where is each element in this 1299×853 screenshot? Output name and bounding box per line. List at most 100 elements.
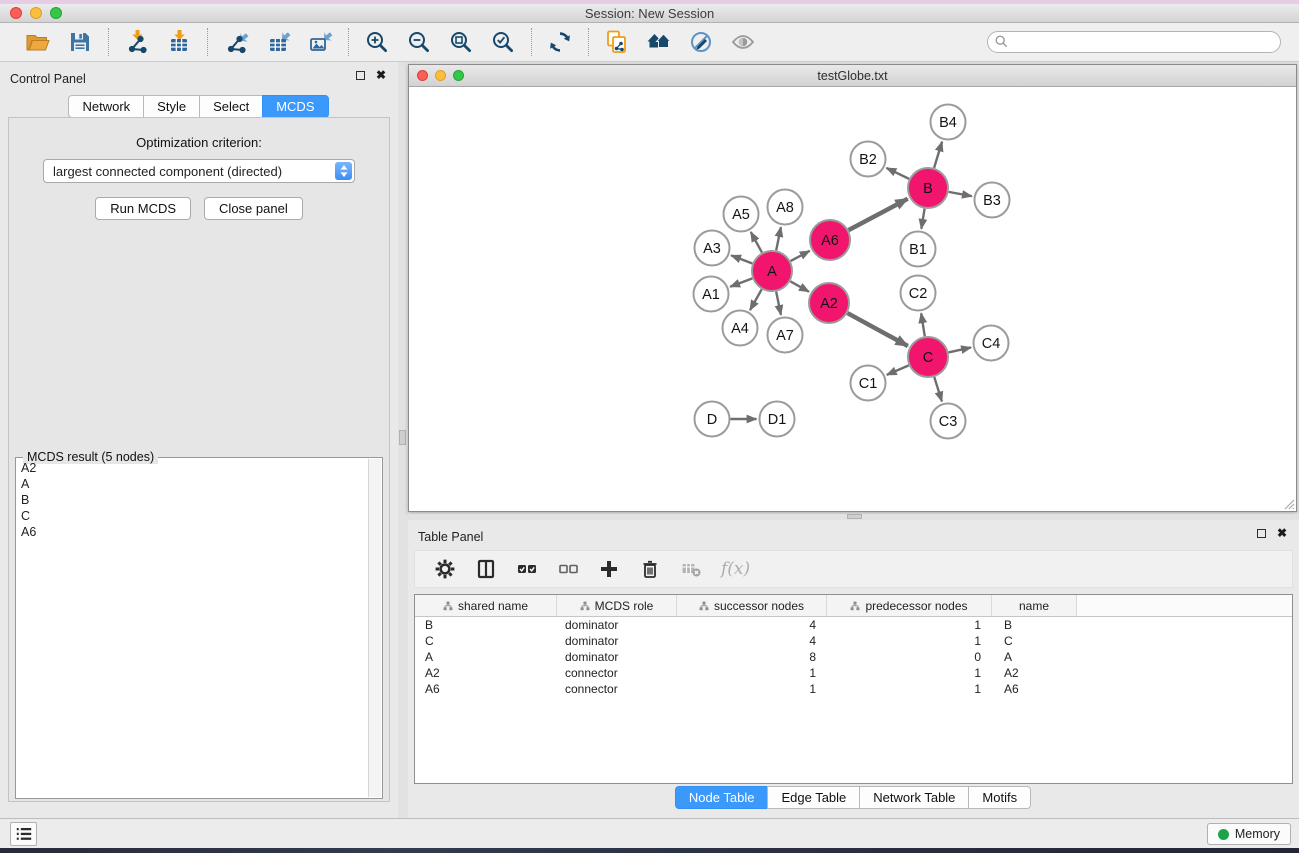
- import-table-button[interactable]: [164, 27, 194, 57]
- result-item[interactable]: C: [18, 508, 367, 524]
- result-item[interactable]: A6: [18, 524, 367, 540]
- export-image-button[interactable]: [305, 27, 335, 57]
- network-minimize-button[interactable]: [435, 70, 446, 81]
- column-header-name[interactable]: name: [992, 595, 1077, 616]
- table-cell[interactable]: A: [415, 649, 557, 665]
- node-A8[interactable]: A8: [768, 190, 803, 225]
- node-C3[interactable]: C3: [931, 404, 966, 439]
- tab-edge-table[interactable]: Edge Table: [767, 786, 860, 809]
- node-A3[interactable]: A3: [695, 231, 730, 266]
- node-A7[interactable]: A7: [768, 318, 803, 353]
- resize-grip-icon[interactable]: [1281, 496, 1295, 510]
- edge-A-A5[interactable]: [751, 232, 762, 253]
- edge-A-A4[interactable]: [750, 289, 762, 310]
- zoom-in-button[interactable]: [362, 27, 392, 57]
- close-panel-button[interactable]: Close panel: [204, 197, 303, 220]
- edge-C-C4[interactable]: [948, 347, 970, 352]
- zoom-out-button[interactable]: [404, 27, 434, 57]
- tab-mcds[interactable]: MCDS: [262, 95, 328, 118]
- table-cell[interactable]: 4: [677, 633, 827, 649]
- refresh-view-button[interactable]: [545, 27, 575, 57]
- edge-A6-B[interactable]: [849, 199, 908, 230]
- edge-B-B4[interactable]: [934, 142, 942, 168]
- edge-B-B1[interactable]: [921, 209, 924, 229]
- edge-B-B2[interactable]: [886, 168, 909, 179]
- table-row[interactable]: A6connector11A6: [415, 681, 1292, 697]
- graphics-details-button[interactable]: [728, 27, 758, 57]
- node-D[interactable]: D: [695, 402, 730, 437]
- tab-network-table[interactable]: Network Table: [859, 786, 969, 809]
- table-cell[interactable]: 0: [827, 649, 992, 665]
- edge-C-C1[interactable]: [887, 365, 909, 374]
- table-cell[interactable]: A6: [992, 681, 1077, 697]
- table-cell[interactable]: connector: [557, 665, 677, 681]
- node-B4[interactable]: B4: [931, 105, 966, 140]
- table-cell[interactable]: dominator: [557, 649, 677, 665]
- zoom-fit-button[interactable]: [446, 27, 476, 57]
- node-A5[interactable]: A5: [724, 197, 759, 232]
- column-header-shared-name[interactable]: shared name: [415, 595, 557, 616]
- node-B2[interactable]: B2: [851, 142, 886, 177]
- criterion-dropdown[interactable]: largest connected component (directed): [43, 159, 355, 183]
- save-session-button[interactable]: [65, 27, 95, 57]
- close-table-panel-icon[interactable]: ✖: [1277, 529, 1287, 538]
- table-cell[interactable]: dominator: [557, 617, 677, 633]
- window-traffic-lights[interactable]: [10, 7, 62, 19]
- table-cell[interactable]: C: [992, 633, 1077, 649]
- table-cell[interactable]: 1: [827, 665, 992, 681]
- node-D1[interactable]: D1: [760, 402, 795, 437]
- table-cell[interactable]: A2: [992, 665, 1077, 681]
- table-cell[interactable]: 8: [677, 649, 827, 665]
- table-cell[interactable]: A2: [415, 665, 557, 681]
- node-A4[interactable]: A4: [723, 311, 758, 346]
- result-item[interactable]: A: [18, 476, 367, 492]
- edge-A-A2[interactable]: [790, 281, 809, 291]
- edge-A-A3[interactable]: [731, 255, 752, 263]
- hide-annotations-button[interactable]: [686, 27, 716, 57]
- mcds-result-list[interactable]: A2ABCA6: [18, 460, 367, 796]
- add-column-button[interactable]: [598, 558, 620, 580]
- node-A6[interactable]: A6: [810, 220, 850, 260]
- tab-network[interactable]: Network: [68, 95, 144, 118]
- network-close-button[interactable]: [417, 70, 428, 81]
- node-A1[interactable]: A1: [694, 277, 729, 312]
- zoom-window-button[interactable]: [50, 7, 62, 19]
- edge-B-B3[interactable]: [949, 192, 972, 196]
- select-all-button[interactable]: [516, 558, 538, 580]
- close-panel-icon[interactable]: ✖: [376, 71, 386, 80]
- tab-select[interactable]: Select: [199, 95, 263, 118]
- node-C4[interactable]: C4: [974, 326, 1009, 361]
- close-window-button[interactable]: [10, 7, 22, 19]
- table-cell[interactable]: A: [992, 649, 1077, 665]
- table-cell[interactable]: dominator: [557, 633, 677, 649]
- import-network-button[interactable]: [122, 27, 152, 57]
- table-cell[interactable]: C: [415, 633, 557, 649]
- node-C[interactable]: C: [908, 337, 948, 377]
- tab-motifs[interactable]: Motifs: [968, 786, 1031, 809]
- tab-style[interactable]: Style: [143, 95, 200, 118]
- table-row[interactable]: Adominator80A: [415, 649, 1292, 665]
- table-cell[interactable]: 1: [827, 633, 992, 649]
- node-C2[interactable]: C2: [901, 276, 936, 311]
- table-cell[interactable]: B: [415, 617, 557, 633]
- node-B3[interactable]: B3: [975, 183, 1010, 218]
- task-history-button[interactable]: [10, 822, 37, 846]
- network-window-titlebar[interactable]: testGlobe.txt: [409, 65, 1296, 87]
- table-cell[interactable]: B: [992, 617, 1077, 633]
- table-cell[interactable]: 1: [827, 681, 992, 697]
- network-window-traffic-lights[interactable]: [417, 70, 464, 81]
- column-header-predecessor-nodes[interactable]: predecessor nodes: [827, 595, 992, 616]
- column-header-successor-nodes[interactable]: successor nodes: [677, 595, 827, 616]
- export-network-button[interactable]: [221, 27, 251, 57]
- network-graph[interactable]: AA1A2A3A4A5A6A7A8BB1B2B3B4CC1C2C3C4DD1: [409, 88, 1298, 513]
- result-scrollbar[interactable]: [368, 459, 381, 797]
- table-cell[interactable]: 4: [677, 617, 827, 633]
- zoom-selected-button[interactable]: [488, 27, 518, 57]
- edge-A-A1[interactable]: [730, 278, 752, 286]
- deselect-all-button[interactable]: [557, 558, 579, 580]
- table-row[interactable]: Cdominator41C: [415, 633, 1292, 649]
- node-A2[interactable]: A2: [809, 283, 849, 323]
- copy-network-button[interactable]: [602, 27, 632, 57]
- edge-A-A8[interactable]: [776, 227, 781, 250]
- vertical-splitter[interactable]: [398, 62, 408, 818]
